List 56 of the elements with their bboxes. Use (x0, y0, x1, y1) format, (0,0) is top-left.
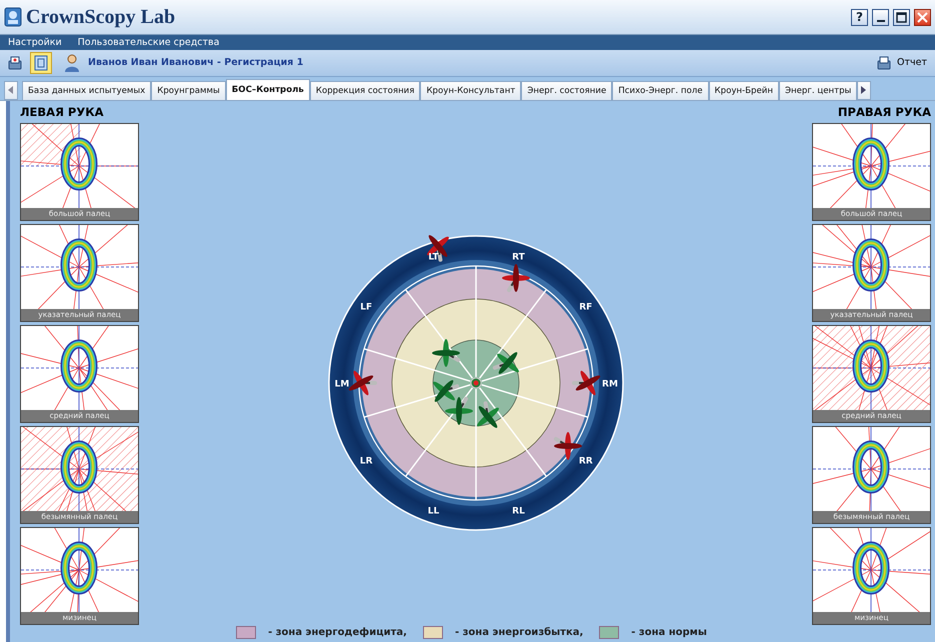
left-arrow-icon (8, 86, 14, 94)
sector-label: LT (428, 252, 438, 262)
dart-icon (426, 235, 448, 262)
minimize-button[interactable] (872, 8, 889, 26)
tab[interactable]: Коррекция состояния (310, 81, 420, 100)
maximize-button[interactable] (893, 8, 910, 26)
scroll-left-button[interactable] (4, 81, 18, 100)
maximize-icon (896, 12, 907, 22)
sector-label: RT (512, 252, 524, 262)
dart-icon (552, 432, 582, 460)
tab[interactable]: Энерг. состояние (521, 81, 612, 100)
dart-icon (572, 370, 600, 396)
tab[interactable]: Кроунграммы (151, 81, 226, 100)
right-arrow-icon (861, 86, 868, 94)
window-title: CrownScopy Lab (26, 5, 176, 30)
legend-label: - зона нормы (631, 626, 707, 640)
patient-title: Иванов Иван Иванович - Регистрация 1 (88, 56, 304, 70)
dart-icon (476, 400, 498, 428)
sector-label: RM (602, 380, 618, 390)
sector-label: RF (578, 302, 592, 313)
dart-icon (432, 380, 460, 402)
sector-label: LM (334, 380, 349, 390)
tab[interactable]: Кроун-Консультант (420, 81, 522, 100)
printer-icon (7, 55, 23, 71)
printer-icon (876, 55, 892, 71)
legend-label: - зона энергодефицита, (268, 626, 407, 640)
help-button[interactable]: ? (851, 8, 868, 26)
menu-item[interactable]: Пользовательские средства (78, 35, 220, 50)
document-icon (34, 55, 48, 71)
sector-label: RR (578, 456, 592, 466)
close-button[interactable] (914, 8, 931, 26)
user-icon (64, 54, 80, 72)
legend-label: - зона энергоизбытка, (454, 626, 584, 640)
dart-icon (348, 370, 376, 396)
tab[interactable]: Энерг. центры (779, 81, 858, 100)
tab[interactable]: Психо-Энерг. поле (612, 81, 709, 100)
dart-icon (432, 339, 460, 367)
sector-label: LF (360, 302, 372, 313)
sector-label: RL (512, 506, 524, 517)
dart-icon (502, 264, 530, 293)
tab[interactable]: Кроун-Брейн (708, 81, 779, 100)
report-button[interactable]: Отчет (872, 55, 931, 71)
tab[interactable]: БОС–Контроль (226, 79, 310, 100)
menu-item[interactable]: Настройки (8, 35, 62, 50)
tab[interactable]: База данных испытуемых (22, 81, 152, 100)
minimize-icon (876, 20, 884, 22)
hand-title: ПРАВАЯ РУКА (836, 105, 931, 119)
sector-label: LL (427, 506, 439, 517)
toolbar-button[interactable] (30, 52, 52, 74)
scroll-right-button[interactable] (857, 81, 872, 100)
hand-title: ЛЕВАЯ РУКА (20, 105, 105, 119)
app-icon (4, 7, 22, 27)
close-icon (917, 12, 928, 22)
dart-icon (444, 396, 472, 425)
sector-label: LR (359, 456, 372, 466)
dart-icon (492, 352, 518, 374)
